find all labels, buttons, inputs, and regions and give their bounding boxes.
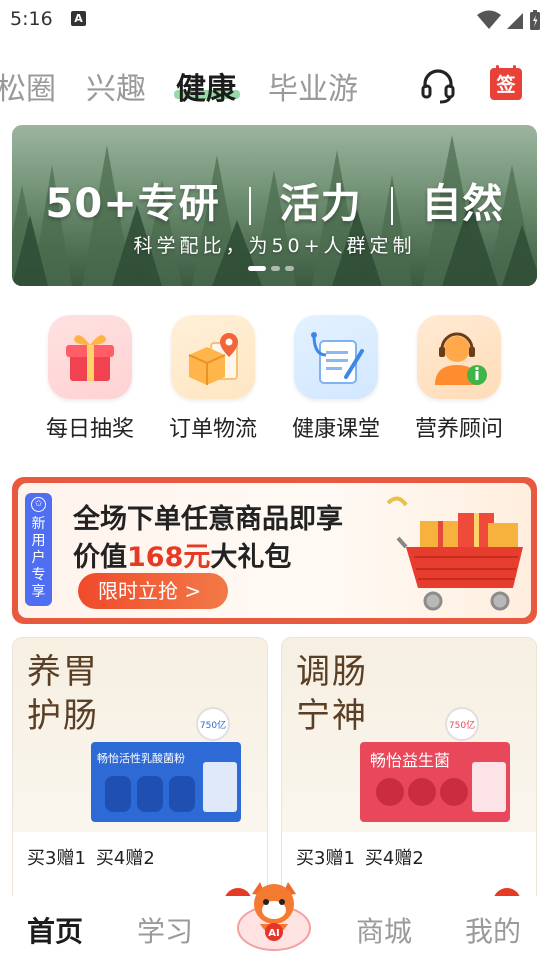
nav-learn[interactable]: 学习: [137, 910, 193, 950]
star-icon: ✩: [31, 497, 46, 512]
signal-icon: [507, 13, 523, 29]
sign-in-icon[interactable]: 签: [490, 65, 522, 100]
battery-icon: [530, 10, 540, 30]
quick-item-daily-lottery[interactable]: 每日抽奖: [35, 315, 145, 443]
product-card-stomach[interactable]: 养胃 护肠 750亿 畅怡活性乳酸菌粉 买3赠1 买4赠2: [12, 637, 268, 907]
ai-mascot-icon[interactable]: AI: [232, 876, 316, 954]
banner-title: 50+专研 活力 自然: [45, 181, 504, 227]
quick-label: 营养顾问: [414, 417, 503, 442]
carousel-indicator: [248, 266, 294, 271]
product-package-image: 750亿 畅怡活性乳酸菌粉: [91, 707, 241, 822]
stethoscope-clipboard-icon: [294, 315, 378, 399]
quick-label: 订单物流: [168, 417, 257, 442]
carousel-dot: [271, 266, 280, 271]
tag-char: 专: [31, 567, 46, 583]
svg-text:AI: AI: [268, 928, 279, 939]
quick-item-nutrition-advisor[interactable]: 营养顾问: [404, 315, 514, 443]
pack-badge: 750亿: [200, 719, 226, 731]
banner-subtitle: 科学配比，为50+人群定制: [133, 235, 416, 257]
product-card-intestine[interactable]: 调肠 宁神 750亿 畅怡益生菌 买3赠1 买4赠2: [281, 637, 537, 907]
tab-interest[interactable]: 兴趣: [86, 64, 146, 108]
new-user-promo[interactable]: ✩ 新 用 户 专 享 全场下单任意商品即享 价值168元大礼包 限时立抢 >: [12, 477, 537, 624]
product-offers: 买3赠1 买4赠2: [296, 848, 424, 869]
tag-char: 用: [31, 533, 46, 549]
tab-songquan[interactable]: 松圈: [0, 64, 56, 108]
quick-label: 每日抽奖: [45, 417, 134, 442]
headset-icon[interactable]: [420, 68, 456, 104]
carousel-dot: [285, 266, 294, 271]
status-time: 5:16: [10, 8, 53, 30]
tag-char: 新: [31, 516, 46, 532]
promo-panel: ✩ 新 用 户 专 享 全场下单任意商品即享 价值168元大礼包 限时立抢 >: [18, 483, 531, 618]
nav-mine[interactable]: 我的: [465, 910, 521, 950]
tag-char: 户: [31, 550, 46, 566]
wifi-icon: [477, 10, 501, 29]
package-location-icon: [171, 315, 255, 399]
top-tab-bar: 松圈 兴趣 健康 毕业游: [0, 60, 549, 108]
status-bar: 5:16 A: [0, 0, 549, 38]
hero-banner[interactable]: 50+专研 活力 自然 科学配比，为50+人群定制: [12, 125, 537, 286]
pack-label: 畅怡益生菌: [370, 751, 450, 770]
quick-item-order-logistics[interactable]: 订单物流: [158, 315, 268, 443]
nav-home[interactable]: 首页: [27, 910, 83, 950]
gift-box-icon: [48, 315, 132, 399]
tag-char: 享: [31, 584, 46, 600]
advisor-headset-icon: [417, 315, 501, 399]
gift-cart-icon: [386, 496, 523, 611]
nav-mall[interactable]: 商城: [356, 910, 412, 950]
new-user-tag: ✩ 新 用 户 专 享: [25, 493, 52, 606]
quick-actions: 每日抽奖 订单物流 健康课堂 营养顾问: [0, 315, 549, 445]
status-indicators: [477, 9, 541, 31]
promo-headline: 全场下单任意商品即享: [73, 504, 343, 535]
pack-badge: 750亿: [449, 719, 475, 731]
quick-label: 健康课堂: [291, 417, 380, 442]
notification-icon: A: [71, 11, 86, 26]
carousel-dot: [248, 266, 266, 271]
tab-health[interactable]: 健康: [176, 64, 236, 108]
product-package-image: 750亿 畅怡益生菌: [360, 707, 510, 822]
pack-label: 畅怡活性乳酸菌粉: [97, 751, 185, 765]
tab-graduation-trip[interactable]: 毕业游: [268, 64, 358, 108]
product-offers: 买3赠1 买4赠2: [27, 848, 155, 869]
grab-now-button[interactable]: 限时立抢 >: [78, 573, 228, 609]
promo-subline: 价值168元大礼包: [73, 542, 292, 573]
quick-item-health-class[interactable]: 健康课堂: [281, 315, 391, 443]
